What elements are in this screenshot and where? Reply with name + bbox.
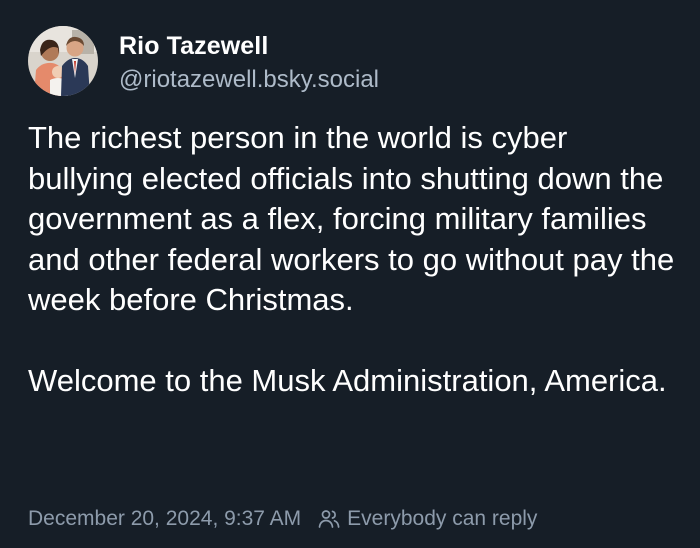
post-paragraph: The richest person in the world is cyber… — [28, 120, 675, 317]
post-timestamp[interactable]: December 20, 2024, 9:37 AM — [28, 507, 301, 531]
author-display-name[interactable]: Rio Tazewell — [119, 32, 268, 61]
post-card: Rio Tazewell @riotazewell.bsky.social Th… — [0, 0, 700, 548]
author-handle[interactable]: @riotazewell.bsky.social — [119, 66, 379, 94]
people-icon — [317, 507, 341, 531]
avatar[interactable] — [28, 26, 98, 96]
post-meta: December 20, 2024, 9:37 AM Everybody can… — [28, 505, 537, 533]
post-paragraph: Welcome to the Musk Administration, Amer… — [28, 363, 667, 398]
avatar-photo — [28, 26, 98, 96]
post-body: The richest person in the world is cyber… — [28, 118, 678, 402]
reply-setting[interactable]: Everybody can reply — [347, 507, 537, 531]
